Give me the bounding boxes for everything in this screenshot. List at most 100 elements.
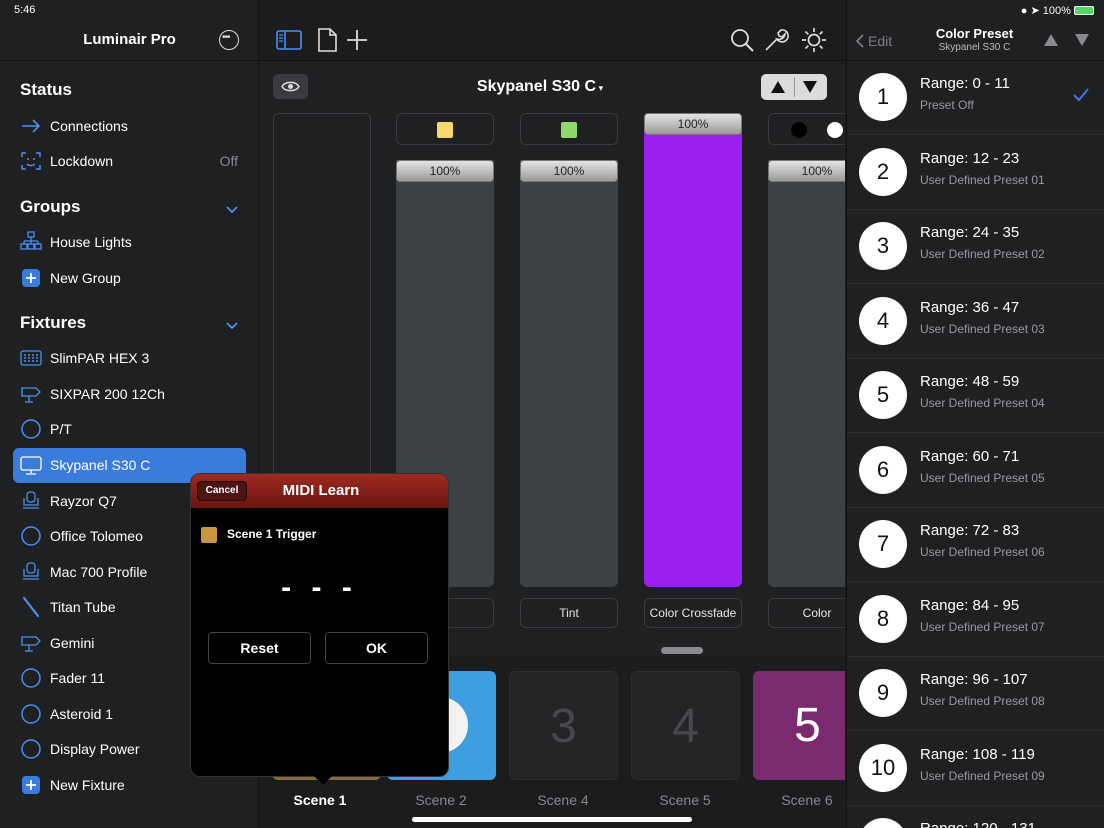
arrow-right-icon	[20, 115, 42, 137]
fader-color[interactable]: 100%	[768, 160, 845, 587]
preset-row-1[interactable]: 1 Range: 0 - 11 Preset Off	[847, 61, 1104, 135]
preset-name: User Defined Preset 03	[920, 322, 1045, 336]
fader-handle[interactable]: 100%	[644, 113, 742, 135]
fader-handle[interactable]: 100%	[520, 160, 618, 182]
preset-range: Range: 24 - 35	[920, 224, 1020, 241]
wrench-icon[interactable]	[763, 27, 789, 53]
toggle-on-icon	[827, 122, 843, 138]
previous-preset-button[interactable]	[1044, 33, 1058, 46]
scene-tile-3[interactable]: 3	[509, 671, 618, 780]
color-swatch-button[interactable]	[520, 113, 618, 145]
preset-name: User Defined Preset 04	[920, 396, 1045, 410]
fader-fill	[644, 113, 742, 587]
sidebar-item-slimpar-hex-3[interactable]: SlimPAR HEX 3	[13, 341, 246, 376]
preset-number: 7	[859, 520, 907, 568]
preset-row-4[interactable]: 4 Range: 36 - 47 User Defined Preset 03	[847, 285, 1104, 359]
scene-tile-4[interactable]: 4	[631, 671, 740, 780]
preset-number: 11	[859, 818, 907, 828]
document-icon[interactable]	[314, 27, 340, 53]
sidebar-item-label: Gemini	[50, 635, 95, 651]
preset-row-2[interactable]: 2 Range: 12 - 23 User Defined Preset 01	[847, 136, 1104, 210]
sidebar-item-label: Titan Tube	[50, 599, 116, 615]
popover-header: Cancel MIDI Learn	[191, 474, 448, 508]
fader-color-crossfade[interactable]: 100%	[644, 113, 742, 587]
preset-name: User Defined Preset 05	[920, 471, 1045, 485]
preset-row-3[interactable]: 3 Range: 24 - 35 User Defined Preset 02	[847, 210, 1104, 284]
preset-row-8[interactable]: 8 Range: 84 - 95 User Defined Preset 07	[847, 583, 1104, 657]
fixture-name-dropdown[interactable]: Skypanel S30 C ▾	[460, 78, 620, 96]
fader-handle[interactable]: 100%	[396, 160, 494, 182]
ok-button[interactable]: OK	[325, 632, 428, 664]
color-toggle[interactable]	[768, 113, 845, 145]
fader-label[interactable]: Tint	[520, 598, 618, 628]
tube-light-icon	[20, 596, 42, 618]
sidebar-item-connections[interactable]: Connections	[13, 109, 246, 144]
chevron-left-icon	[855, 34, 864, 48]
sidebar-item-label: Lockdown	[50, 153, 114, 169]
fader-label[interactable]: Color Crossfade	[644, 598, 742, 628]
home-indicator[interactable]	[412, 817, 692, 822]
par-light-icon	[20, 383, 42, 405]
preset-number: 8	[859, 595, 907, 643]
sidebar-item-lockdown[interactable]: Lockdown Off	[13, 144, 246, 179]
preset-row-9[interactable]: 9 Range: 96 - 107 User Defined Preset 08	[847, 657, 1104, 731]
preset-name: User Defined Preset 07	[920, 620, 1045, 634]
next-preset-button[interactable]	[1075, 33, 1089, 46]
visibility-button[interactable]	[273, 74, 308, 99]
next-fixture-button[interactable]	[795, 78, 825, 96]
sidebar-item-sixpar-200[interactable]: SIXPAR 200 12Ch	[13, 377, 246, 412]
reset-button[interactable]: Reset	[208, 632, 311, 664]
back-button[interactable]: Edit	[855, 33, 892, 49]
circle-icon	[20, 667, 42, 689]
system-status: ● ➤ 100%	[1021, 4, 1094, 17]
sidebar-item-label: Skypanel S30 C	[50, 457, 151, 473]
panel-title: Color Preset	[935, 26, 1014, 41]
sidebar-toggle-icon[interactable]	[276, 27, 302, 53]
location-icon: ➤	[1030, 5, 1040, 17]
preset-row-6[interactable]: 6 Range: 60 - 71 User Defined Preset 05	[847, 434, 1104, 508]
cancel-button[interactable]: Cancel	[197, 481, 247, 501]
moving-head-icon	[20, 561, 42, 583]
fader-fill	[520, 160, 618, 587]
preset-row-7[interactable]: 7 Range: 72 - 83 User Defined Preset 06	[847, 508, 1104, 582]
popover-title: MIDI Learn	[282, 482, 360, 499]
preset-number: 5	[859, 371, 907, 419]
sidebar-item-label: P/T	[50, 421, 72, 437]
preset-number: 4	[859, 297, 907, 345]
previous-fixture-button[interactable]	[763, 78, 793, 96]
add-icon[interactable]	[344, 27, 370, 53]
more-options-icon[interactable]	[219, 30, 239, 50]
preset-row-10[interactable]: 10 Range: 108 - 119 User Defined Preset …	[847, 732, 1104, 806]
resize-handle[interactable]	[661, 647, 703, 654]
preset-name: User Defined Preset 08	[920, 694, 1045, 708]
preset-range: Range: 0 - 11	[920, 75, 1010, 92]
moving-head-icon	[20, 490, 42, 512]
par-light-icon	[20, 632, 42, 654]
chevron-down-icon[interactable]	[226, 317, 238, 330]
color-swatch-button[interactable]	[396, 113, 494, 145]
search-icon[interactable]	[729, 27, 755, 53]
checkmark-icon	[1073, 88, 1089, 102]
scene-tile-5[interactable]: 5	[753, 671, 845, 780]
fader-handle[interactable]: 100%	[768, 160, 845, 182]
brightness-icon[interactable]	[801, 27, 827, 53]
popover-arrow	[314, 776, 332, 785]
preset-row-11[interactable]: 11 Range: 120 - 131	[847, 806, 1104, 828]
preset-number: 10	[859, 744, 907, 792]
scene-label: Scene 4	[537, 792, 589, 808]
sidebar-item-label: Display Power	[50, 741, 140, 757]
chevron-down-icon[interactable]	[226, 201, 238, 214]
plus-square-icon	[20, 267, 42, 289]
sidebar-item-pt[interactable]: P/T	[13, 412, 246, 447]
fader-tint[interactable]: 100%	[520, 160, 618, 587]
preset-number: 6	[859, 446, 907, 494]
scene-number: 4	[672, 700, 699, 753]
preset-range: Range: 84 - 95	[920, 597, 1020, 614]
preset-row-5[interactable]: 5 Range: 48 - 59 User Defined Preset 04	[847, 359, 1104, 433]
sidebar-item-house-lights[interactable]: House Lights	[13, 225, 246, 260]
triangle-up-icon	[1044, 34, 1058, 46]
wifi-icon: ●	[1020, 5, 1028, 17]
sidebar-item-new-group[interactable]: New Group	[13, 261, 246, 296]
fader-color-clip: 100% Color	[768, 113, 845, 633]
fader-label[interactable]: Color	[768, 598, 845, 628]
